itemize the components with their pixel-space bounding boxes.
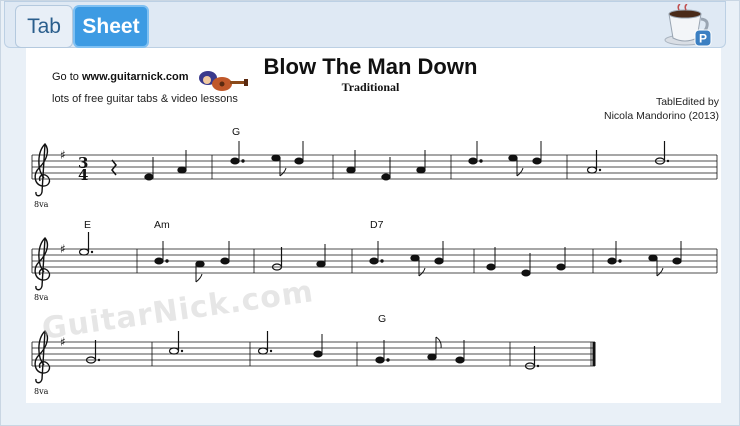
tab-sheet[interactable]: Sheet bbox=[73, 5, 149, 48]
app-cup-icon[interactable]: P bbox=[659, 4, 715, 48]
chord-symbol: G bbox=[378, 313, 386, 325]
time-sig-bottom: 4 bbox=[78, 166, 88, 184]
tab-bar: Tab Sheet P bbox=[4, 1, 726, 48]
tab-label: Sheet bbox=[82, 14, 140, 38]
octave-marking: 8va bbox=[34, 200, 49, 209]
music-score: ♯ 3 4 8va G ♯ 8va E Am D7 ♯ 8va G bbox=[31, 126, 718, 396]
svg-text:♯: ♯ bbox=[60, 148, 66, 162]
tab-label: Tab bbox=[27, 14, 61, 38]
chord-symbol: D7 bbox=[370, 219, 384, 231]
octave-marking: 8va bbox=[34, 293, 49, 302]
staff-system-1: ♯ 3 4 8va G bbox=[31, 126, 718, 209]
treble-clef-icon bbox=[34, 143, 51, 197]
chord-symbol: E bbox=[84, 219, 91, 231]
svg-text:P: P bbox=[699, 32, 707, 46]
svg-text:♯: ♯ bbox=[60, 242, 66, 256]
chord-symbol: Am bbox=[154, 219, 170, 231]
staff-system-2: ♯ 8va E Am D7 bbox=[31, 219, 718, 302]
tab-tab[interactable]: Tab bbox=[15, 5, 73, 48]
octave-marking: 8va bbox=[34, 387, 49, 396]
chord-symbol: G bbox=[232, 126, 240, 138]
app-frame: Tab Sheet P Blow The Man Down Traditiona… bbox=[0, 0, 740, 426]
